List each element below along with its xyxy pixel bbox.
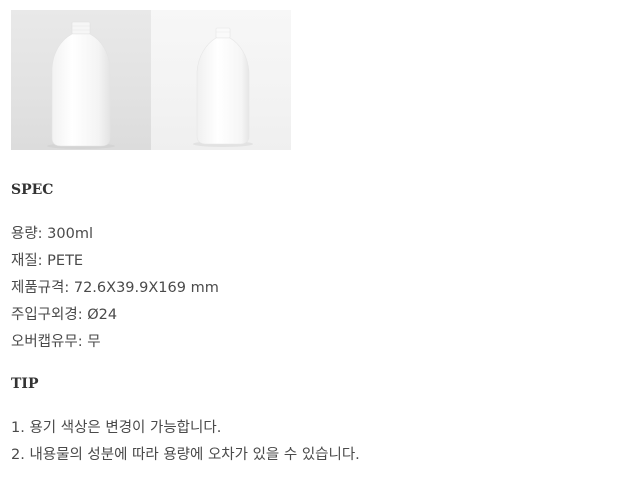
spec-material: 재질: PETE — [11, 253, 84, 269]
spec-heading: SPEC — [11, 182, 54, 198]
spec-neck-diameter: 주입구외경: Ø24 — [11, 307, 118, 323]
tip-heading: TIP — [11, 376, 39, 392]
product-image-gallery — [11, 10, 291, 150]
bottle-angled-illustration — [193, 27, 253, 147]
tip-item: 1. 용기 색상은 변경이 가능합니다. — [11, 420, 222, 436]
spec-overcap: 오버캡유무: 무 — [11, 334, 101, 350]
product-image-front — [11, 10, 151, 150]
tip-item: 2. 내용물의 성분에 따라 용량에 오차가 있을 수 있습니다. — [11, 447, 360, 463]
spec-capacity: 용량: 300ml — [11, 226, 94, 242]
spec-dimensions: 제품규격: 72.6X39.9X169 mm — [11, 280, 219, 296]
product-image-angled — [151, 10, 291, 150]
bottle-front-illustration — [47, 21, 115, 149]
